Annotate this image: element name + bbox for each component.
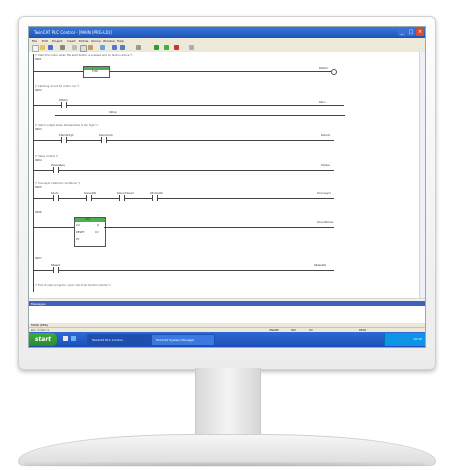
block-output: CV — [95, 231, 99, 234]
branch-wire — [55, 115, 345, 116]
menu-online[interactable]: Online — [91, 39, 101, 43]
window-title: TwinCAT PLC Control - [MAIN (PRG-LD)] — [34, 30, 112, 35]
clock: 10:42 — [413, 337, 422, 341]
menu-help[interactable]: Help — [117, 39, 124, 43]
rung-number: 0007 — [35, 257, 42, 260]
contact[interactable] — [101, 137, 107, 143]
counter-block[interactable]: CTU CU RESET PV Q CV — [74, 217, 106, 247]
contact[interactable] — [53, 267, 59, 273]
coil-label: bAlarm — [321, 134, 331, 137]
screen: TwinCAT PLC Control - [MAIN (PRG-LD)] _ … — [28, 26, 426, 348]
coil-label: bValve — [321, 164, 330, 167]
rung-number: 0004 — [35, 159, 42, 162]
rung-wire — [34, 170, 334, 171]
counter-block-name: CTU — [85, 218, 91, 221]
contact[interactable] — [152, 195, 158, 201]
rung-comment: (* Valve control *) — [35, 155, 59, 158]
menu-project[interactable]: Project — [52, 39, 62, 43]
system-tray: 10:42 — [384, 333, 425, 346]
contact-label: bStop — [109, 111, 117, 114]
coil-label: bRun — [319, 101, 326, 104]
coil-label: bResetAll — [314, 264, 327, 267]
zoom-icon[interactable] — [189, 45, 194, 50]
rung-wire — [34, 198, 334, 199]
login-icon[interactable] — [154, 45, 159, 50]
coil-label: bCountDone — [317, 221, 334, 224]
contact[interactable] — [53, 167, 59, 173]
contact[interactable] — [86, 195, 92, 201]
ladder-editor[interactable]: (* Start the motor when the start button… — [29, 52, 425, 298]
rung-comment: (* Alarm output when temperature is too … — [35, 124, 98, 127]
save-icon[interactable] — [48, 45, 53, 50]
cut-icon[interactable] — [72, 45, 77, 50]
minimize-button[interactable]: _ — [398, 28, 406, 36]
start-button[interactable]: start — [29, 333, 57, 346]
rung-number: 0001 — [35, 58, 42, 61]
rung-wire — [34, 71, 334, 72]
close-button[interactable]: × — [416, 28, 424, 36]
taskbar-item[interactable]: TwinCAT PLC Control — [87, 334, 153, 346]
run-icon[interactable] — [164, 45, 169, 50]
rung-number: 0005 — [35, 186, 42, 189]
rung-wire — [104, 227, 334, 228]
rung-number: 0002 — [35, 89, 42, 92]
footer-comment: (* End of main program, cyclic call of a… — [35, 284, 111, 287]
rung-number: 0003 — [35, 128, 42, 131]
menu-window[interactable]: Window — [103, 39, 115, 43]
rung-wire — [34, 140, 334, 141]
rung-wire — [34, 270, 334, 271]
rung-comment: (* Latching circuit for motor run *) — [35, 85, 80, 88]
coil-label: bConveyor — [317, 192, 332, 195]
contact[interactable] — [119, 195, 125, 201]
contact[interactable] — [53, 195, 59, 201]
redo-icon[interactable] — [120, 45, 125, 50]
rung-comment: (* Start the motor when the start button… — [35, 54, 133, 57]
left-power-rail — [33, 54, 34, 292]
coil[interactable] — [331, 69, 337, 75]
function-block[interactable]: TON — [83, 66, 110, 78]
monitor-stand — [195, 368, 261, 440]
quick-launch-icon[interactable] — [71, 336, 76, 341]
taskbar-item[interactable]: TwinCAT System Manager — [151, 334, 215, 346]
coil-label: bMotor — [319, 67, 329, 70]
print-icon[interactable] — [60, 45, 65, 50]
copy-icon[interactable] — [80, 45, 87, 52]
compile-icon[interactable] — [136, 45, 141, 50]
menu-edit[interactable]: Edit — [42, 39, 48, 43]
quick-launch-icon[interactable] — [63, 336, 68, 341]
find-icon[interactable] — [100, 45, 105, 50]
maximize-button[interactable]: □ — [407, 28, 415, 36]
block-output: Q — [97, 224, 100, 227]
contact[interactable] — [61, 102, 67, 108]
menu-insert[interactable]: Insert — [67, 39, 76, 43]
contact[interactable] — [61, 137, 67, 143]
undo-icon[interactable] — [112, 45, 117, 50]
menu-extras[interactable]: Extras — [79, 39, 88, 43]
new-icon[interactable] — [32, 45, 39, 52]
stop-icon[interactable] — [174, 45, 179, 50]
menu-file[interactable]: File — [32, 39, 37, 43]
paste-icon[interactable] — [88, 45, 93, 50]
block-input: RESET — [76, 231, 85, 234]
rung-comment: (* Conveyor interlock conditions *) — [35, 182, 80, 185]
block-input: CU — [76, 224, 80, 227]
rung-wire — [34, 227, 74, 228]
base-shadow — [25, 462, 425, 467]
open-icon[interactable] — [40, 45, 45, 50]
block-input: PV — [76, 238, 80, 241]
vertical-scrollbar[interactable] — [419, 52, 425, 298]
title-bar: TwinCAT PLC Control - [MAIN (PRG-LD)] _ … — [29, 27, 425, 38]
rung-number: 0006 — [35, 211, 42, 214]
output-panel[interactable] — [29, 306, 425, 324]
function-block-name: TON — [92, 70, 98, 73]
rung-wire — [34, 105, 344, 106]
taskbar: start TwinCAT PLC Control TwinCAT System… — [29, 332, 425, 347]
